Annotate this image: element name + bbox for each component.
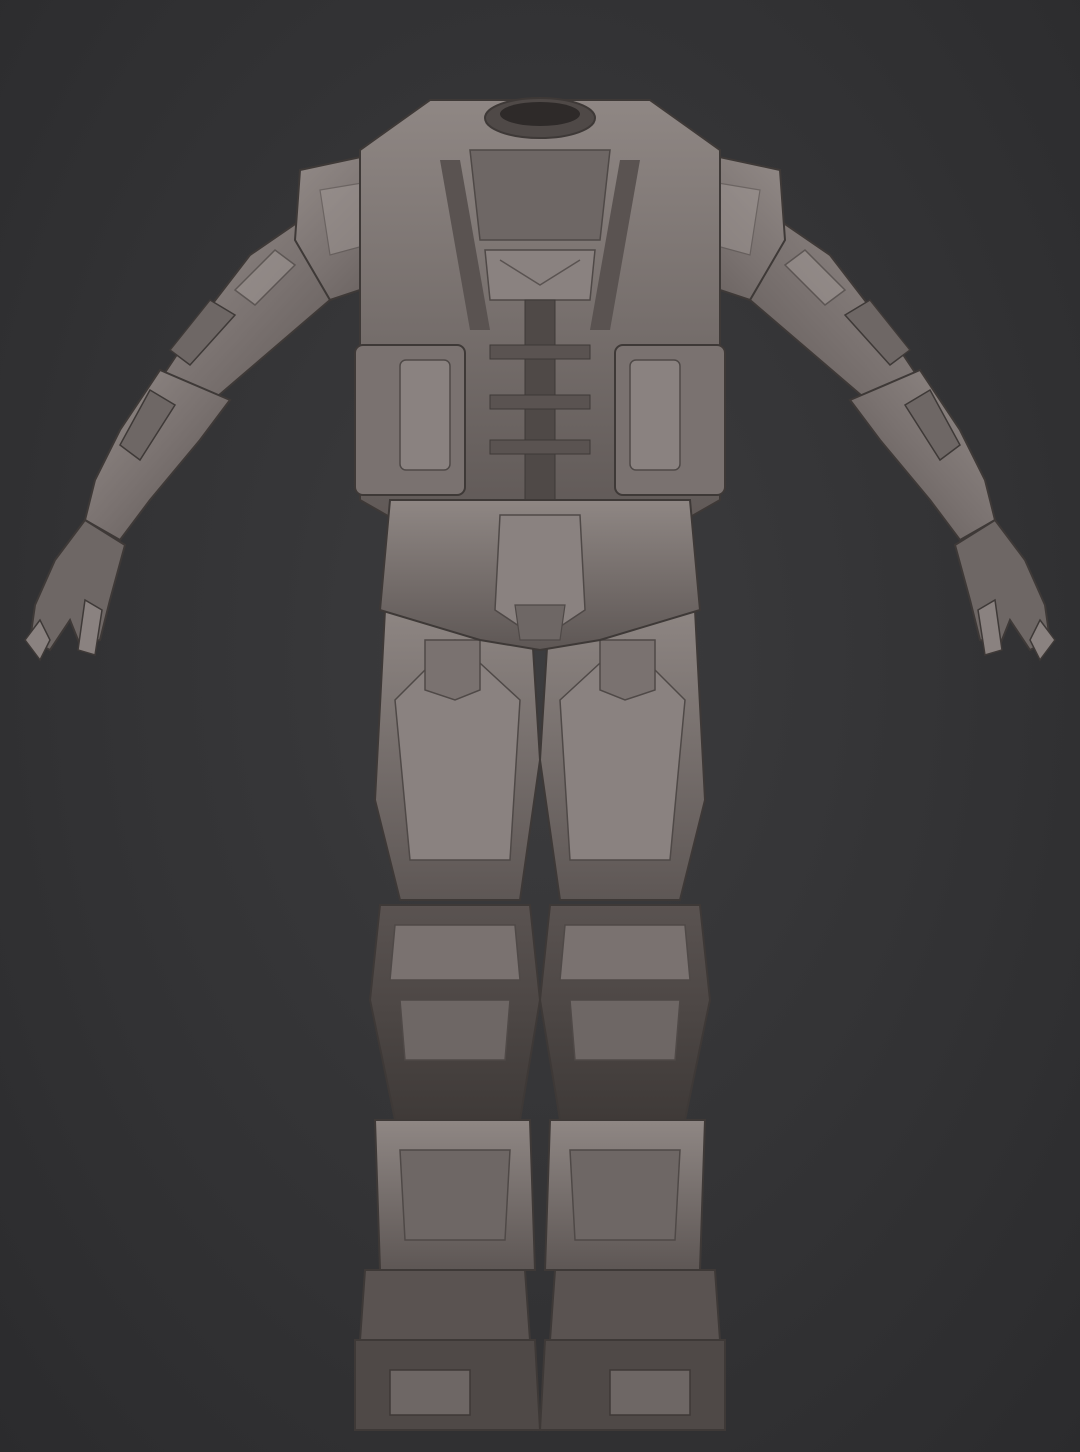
right-arm [718, 198, 1056, 662]
armor-suit-render [24, 97, 1056, 1431]
right-leg [538, 598, 726, 1431]
left-arm [24, 198, 362, 662]
left-leg [354, 598, 542, 1431]
render-viewport [0, 0, 1080, 1452]
torso [293, 97, 787, 652]
